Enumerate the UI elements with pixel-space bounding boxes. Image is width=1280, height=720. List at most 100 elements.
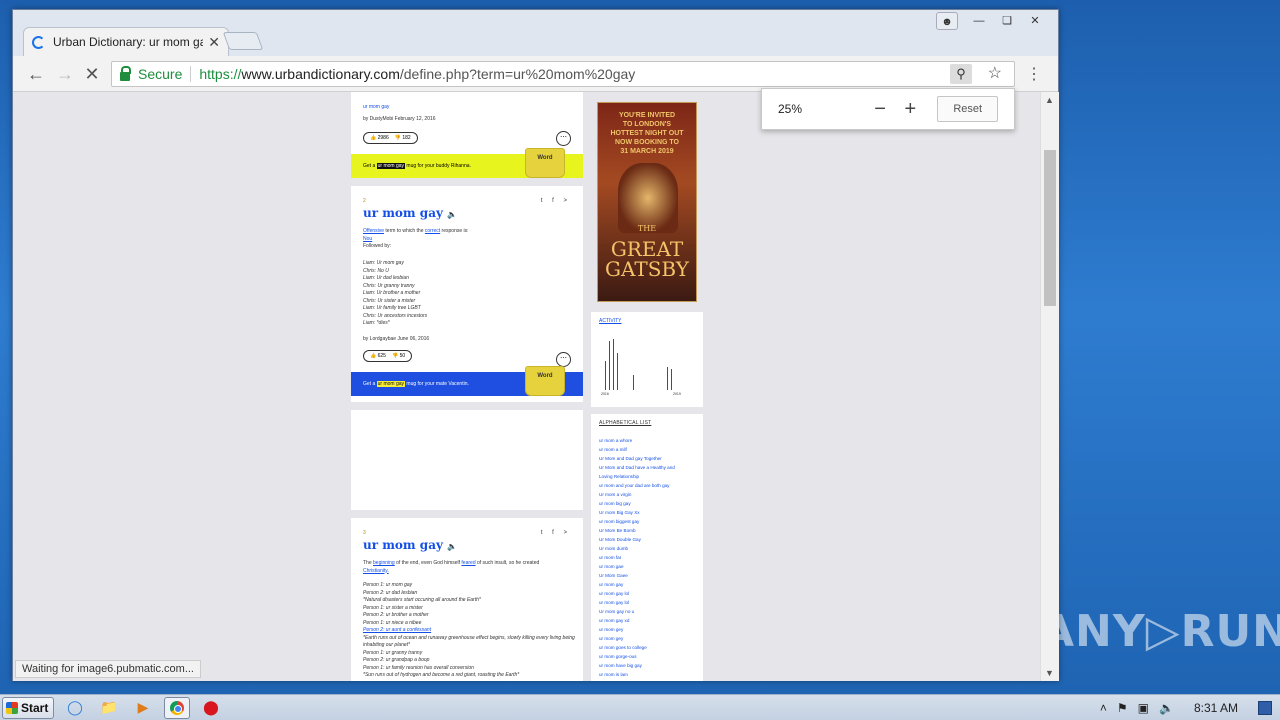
restore-button[interactable]: ❏ <box>994 12 1020 30</box>
file-explorer-icon[interactable]: 📁 <box>96 697 122 719</box>
back-arrow-icon[interactable]: ← <box>25 64 47 86</box>
alphabetical-list-item[interactable]: ur mom fat <box>599 553 695 562</box>
bookmark-star-icon[interactable]: ☆ <box>988 63 1002 83</box>
alphabetical-list-item[interactable]: ur mom is lam <box>599 670 695 679</box>
alphabetical-list: ALPHABETICAL LIST ur mom a whore ur mom a… <box>591 414 703 681</box>
entry2-number: 2 <box>363 198 366 204</box>
alphabetical-list-item[interactable]: ur mom gae <box>599 562 695 571</box>
title-bar: Urban Dictionary: ur mom gay ✕ ☻ — ❏ ✕ <box>13 10 1058 56</box>
alphabetical-list-item[interactable]: Ur mom Big Gay Xx <box>599 508 695 517</box>
activity-title[interactable]: ACTIVITY <box>599 318 622 324</box>
alphabetical-list-item[interactable]: ur mom and your dad are both gay <box>599 481 695 490</box>
alphabetical-list-item[interactable]: ur mom a milf <box>599 445 695 454</box>
anyrun-watermark: ANY▷RUN <box>1040 606 1280 657</box>
new-tab-button[interactable] <box>222 32 264 50</box>
alphabetical-list-item[interactable]: ur mom gay lol <box>599 589 695 598</box>
mug-banner-1[interactable]: Get a ur mom gay mug for your buddy Riha… <box>351 148 583 178</box>
tray-arrow-icon[interactable]: ˄ <box>1100 701 1107 715</box>
network-icon[interactable]: ▣ <box>1138 701 1149 715</box>
activity-bar <box>633 375 634 390</box>
speaker-icon[interactable]: 🔈 <box>447 209 457 219</box>
alphabetical-list-item[interactable]: Ur mom dumb <box>599 544 695 553</box>
entry2-title[interactable]: ur mom gay 🔈 <box>363 206 457 220</box>
activity-bar <box>667 367 668 390</box>
alphabetical-list-item[interactable]: Loving Relationship <box>599 472 695 481</box>
alphabetical-list-item[interactable]: ur mom gey <box>599 625 695 634</box>
tab-title: Urban Dictionary: ur mom gay <box>53 35 203 49</box>
more-options-icon[interactable]: ⋯ <box>556 352 571 367</box>
share-icons[interactable]: t f > <box>541 198 571 204</box>
zoom-in-button[interactable]: + <box>895 98 925 121</box>
alphabetical-list-item[interactable]: Ur Mom and Dad have a Healthy and <box>599 463 695 472</box>
alphabetical-list-item[interactable]: Ur mom a virgin <box>599 490 695 499</box>
scroll-thumb[interactable] <box>1044 150 1056 306</box>
entry2-votes: 👍 625 👎 50 <box>363 350 413 362</box>
alphabetical-list-item[interactable]: ur mom goes to college <box>599 643 695 652</box>
browser-tab[interactable]: Urban Dictionary: ur mom gay ✕ <box>23 27 229 56</box>
volume-icon[interactable]: 🔈 <box>1159 701 1174 715</box>
definition-card-1: ur mom gay by DustyMobi February 12, 201… <box>351 92 583 178</box>
speaker-icon[interactable]: 🔈 <box>447 541 457 551</box>
start-button[interactable]: Start <box>2 696 54 719</box>
activity-bar <box>671 369 672 390</box>
alphabetical-list-item[interactable]: Ur mom gay no u <box>599 607 695 616</box>
alphabetical-list-item[interactable]: ur mom have big gay <box>599 661 695 670</box>
vertical-scrollbar[interactable]: ▲ ▼ <box>1040 92 1059 681</box>
thumbs-up-icon[interactable]: 👍 625 <box>370 353 386 359</box>
forward-arrow-icon[interactable]: → <box>54 64 76 86</box>
flag-icon[interactable]: ⚑ <box>1117 701 1128 715</box>
alphabetical-list-item[interactable]: ur mom gay <box>599 580 695 589</box>
stop-loading-icon[interactable]: ✕ <box>81 64 103 86</box>
secure-label: Secure <box>138 66 192 82</box>
system-tray: ˄ ⚑ ▣ 🔈 8:31 AM <box>1100 695 1280 720</box>
alphabetical-list-item[interactable]: ur mom gay lol <box>599 598 695 607</box>
gatsby-advertisement[interactable]: YOU'RE INVITED TO LONDON'S HOTTEST NIGHT… <box>597 102 697 302</box>
alphabetical-list-item[interactable]: Ur Mom Double Gay <box>599 535 695 544</box>
zoom-out-button[interactable]: − <box>865 98 895 121</box>
alphabetical-list-item[interactable]: Ur Mom Gaee <box>599 571 695 580</box>
activity-tick-right: 2019 <box>673 392 681 396</box>
close-window-button[interactable]: ✕ <box>1022 12 1048 30</box>
zoom-reset-button[interactable]: Reset <box>937 96 998 122</box>
thumbs-down-icon[interactable]: 👎 50 <box>392 353 405 359</box>
scroll-up-arrow-icon[interactable]: ▲ <box>1045 95 1054 105</box>
zoom-magnifier-icon[interactable]: ⚲ <box>950 64 972 84</box>
warning-app-icon[interactable]: ⬤ <box>198 697 224 719</box>
alphabetical-list-item[interactable]: ur mom biggest gay <box>599 517 695 526</box>
minimize-button[interactable]: — <box>966 12 992 30</box>
ad-title: THE GREAT GATSBY <box>605 224 689 281</box>
entry3-title[interactable]: ur mom gay 🔈 <box>363 538 457 552</box>
alphabetical-list-item[interactable]: ur mom gorge-ous <box>599 652 695 661</box>
thumbs-down-icon[interactable]: 👎 182 <box>395 135 411 141</box>
share-icons[interactable]: t f > <box>541 530 571 536</box>
alphabetical-list-item[interactable]: ur mom gay xd <box>599 616 695 625</box>
chrome-window: Urban Dictionary: ur mom gay ✕ ☻ — ❏ ✕ ←… <box>12 9 1059 681</box>
mug-banner-2[interactable]: Get a ur mom gay mug for your mate Vacen… <box>351 366 583 396</box>
entry3-example: Person 1: ur mom gay Person 2: ur dad le… <box>363 582 575 678</box>
page-viewport: ur mom gay by DustyMobi February 12, 201… <box>13 92 1040 681</box>
entry1-example[interactable]: ur mom gay <box>363 104 389 112</box>
activity-bar <box>617 353 618 390</box>
alphabetical-list-item[interactable]: ur mom gey <box>599 634 695 643</box>
chrome-taskbar-icon[interactable] <box>164 696 190 719</box>
alphabetical-list-item[interactable]: ur mom a whore <box>599 436 695 445</box>
status-bar: Waiting for image6.pubmatic.com... <box>15 660 201 678</box>
user-profile-icon[interactable]: ☻ <box>936 12 958 30</box>
scroll-down-arrow-icon[interactable]: ▼ <box>1045 668 1054 678</box>
show-desktop-button[interactable] <box>1258 701 1272 715</box>
loading-spinner-icon <box>32 35 45 49</box>
address-bar[interactable]: Secure https://www.urbandictionary.com/d… <box>111 61 1015 87</box>
alphabetical-list-item[interactable]: Ur Mom Be Bomb <box>599 526 695 535</box>
entry2-meaning: Offensive term to which the correct resp… <box>363 228 469 249</box>
alphabetical-list-item[interactable]: ur mom big gay <box>599 499 695 508</box>
more-options-icon[interactable]: ⋯ <box>556 131 571 146</box>
clock[interactable]: 8:31 AM <box>1194 701 1238 715</box>
media-player-icon[interactable]: ▶ <box>130 697 156 719</box>
alphabetical-list-item[interactable]: ur mom is overrated m20 <box>599 679 695 681</box>
tab-close-icon[interactable]: ✕ <box>208 34 220 51</box>
alphabetical-list-item[interactable]: Ur Mom and Dad gay Together <box>599 454 695 463</box>
chrome-menu-icon[interactable]: ⋮ <box>1026 64 1042 84</box>
url-text[interactable]: https://www.urbandictionary.com/define.p… <box>199 66 635 82</box>
thumbs-up-icon[interactable]: 👍 2986 <box>370 135 389 141</box>
internet-explorer-icon[interactable]: ◯ <box>62 697 88 719</box>
